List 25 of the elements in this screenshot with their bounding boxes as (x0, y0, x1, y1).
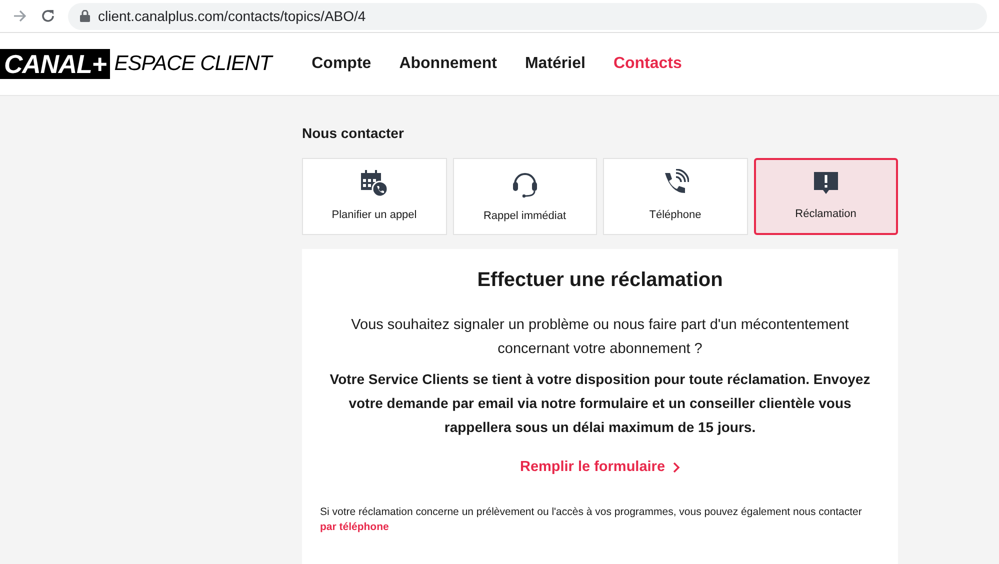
note-paragraph: Si votre réclamation concerne un prélèvement ou l'accès à vos programmes, vous pouvez également nous contacter par téléphone (320, 504, 863, 535)
brand-logo[interactable]: CANAL+ (0, 49, 110, 79)
reload-icon[interactable] (40, 8, 56, 24)
contact-option-tile[interactable]: Rappel immédiat (452, 158, 597, 235)
forward-arrow-icon[interactable] (12, 8, 28, 24)
contact-option-tile[interactable]: Téléphone (603, 158, 748, 235)
nav-link[interactable]: Abonnement (399, 52, 497, 76)
chevron-right-icon (673, 462, 680, 474)
intro-paragraph: Vous souhaitez signaler un problème ou nous faire part d'un mécontentement concernant votre abonnement ? (350, 316, 850, 359)
card-title: Effectuer une réclamation (477, 268, 723, 293)
calendar-clock-icon (360, 169, 388, 198)
body-paragraph: Votre Service Clients se tient à votre disposition pour toute réclamation. Envoyez votre demande par email via notre formulaire et un conseiller clientèle vous rappellera sous un délai maximum de 15 jours. (328, 370, 872, 437)
phone-link[interactable]: par téléphone (320, 520, 389, 533)
contact-option-tile[interactable]: Réclamation (754, 158, 898, 235)
nav-link[interactable]: Matériel (524, 52, 586, 76)
exclamation-message-icon (812, 170, 839, 196)
brand-subtitle: ESPACE CLIENT (114, 51, 272, 78)
nav-link[interactable]: Contacts (613, 52, 682, 76)
url-text: client.canalplus.com/contacts/topics/ABO/4 (98, 6, 366, 26)
form-link[interactable]: Remplir le formulaire (520, 457, 680, 479)
address-bar[interactable]: client.canalplus.com/contacts/topics/ABO/4 (68, 2, 987, 30)
nav-link[interactable]: Compte (312, 52, 372, 76)
contact-option-tile[interactable]: Planifier un appel (302, 158, 446, 235)
lock-icon (80, 10, 90, 22)
section-title: Nous contacter (302, 124, 405, 143)
